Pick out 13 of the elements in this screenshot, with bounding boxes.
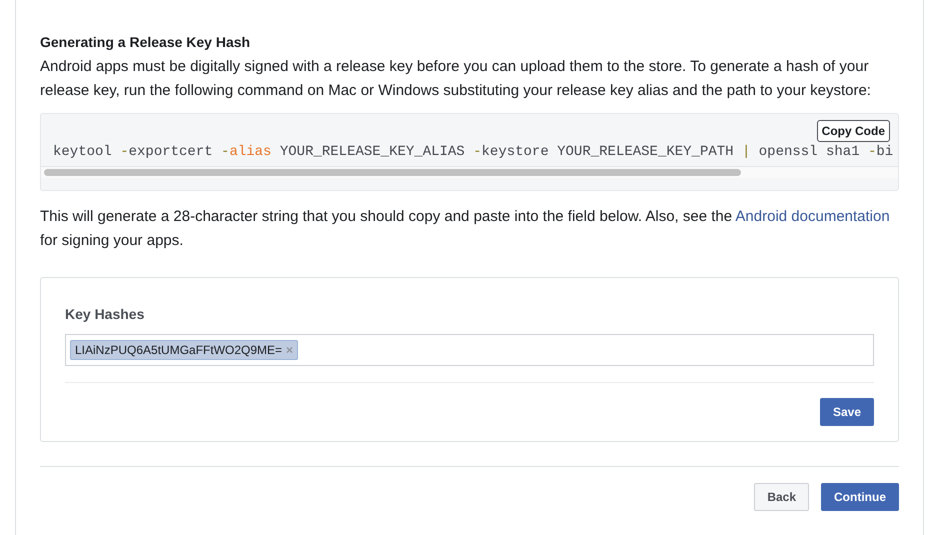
section-heading: Generating a Release Key Hash	[40, 33, 252, 51]
note-paragraph: This will generate a 28-character string that you should copy and paste into the field below. Also, see the Android documentation for signing your apps.	[40, 207, 891, 251]
horizontal-scrollbar[interactable]	[41, 166, 898, 178]
copy-code-button[interactable]: Copy Code	[816, 120, 890, 142]
save-button[interactable]: Save	[820, 398, 874, 426]
code-line: keytool -exportcert -alias YOUR_RELEASE_KEY_ALIAS -keystore YOUR_RELEASE_KEY_PATH | openssl sha1 -bi	[52, 143, 894, 162]
intro-paragraph: Android apps must be digitally signed with a release key before you can upload them to the store. To generate a hash of your release key, run the following command on Mac or Windows substituting your release key alias and the path to your keystore:	[40, 57, 872, 101]
key-hashes-label: Key Hashes	[65, 306, 146, 322]
footer-button[interactable]: Continue	[821, 483, 899, 511]
key-hashes-field[interactable]: LIAiNzPUQ6A5tUMGaFFtWO2Q9ME= ×	[65, 334, 874, 366]
footer-button[interactable]: Back	[754, 483, 809, 511]
hash-text: LIAiNzPUQ6A5tUMGaFFtWO2Q9ME=	[75, 343, 282, 357]
documentation-link[interactable]: Android documentation	[735, 208, 890, 225]
